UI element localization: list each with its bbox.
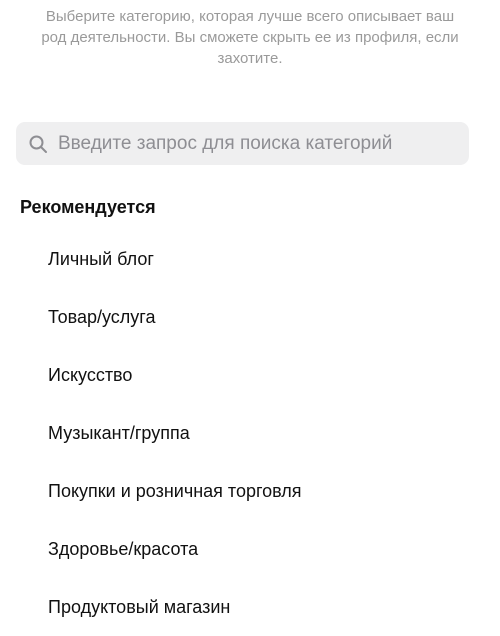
category-item-grocery-store[interactable]: Продуктовый магазин [0, 578, 500, 636]
category-item-product-service[interactable]: Товар/услуга [0, 288, 500, 346]
category-search-bar[interactable] [16, 122, 469, 165]
category-item-shopping-retail[interactable]: Покупки и розничная торговля [0, 462, 500, 520]
category-search-input[interactable] [58, 132, 448, 155]
category-item-art[interactable]: Искусство [0, 346, 500, 404]
category-item-personal-blog[interactable]: Личный блог [0, 230, 500, 288]
category-item-health-beauty[interactable]: Здоровье/красота [0, 520, 500, 578]
category-description: Выберите категорию, которая лучше всего … [41, 8, 459, 67]
category-item-musician-band[interactable]: Музыкант/группа [0, 404, 500, 462]
category-list: Личный блог Товар/услуга Искусство Музык… [0, 230, 500, 636]
recommended-section-title: Рекомендуется [20, 197, 156, 217]
search-icon [28, 134, 48, 154]
